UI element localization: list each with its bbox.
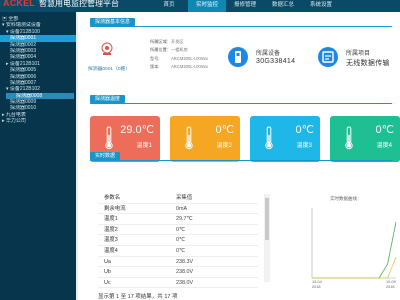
- project-card-title: 所属项目: [346, 51, 371, 57]
- info-key: 型号:: [150, 55, 160, 61]
- device-card: 所属设备 30G338414: [228, 43, 308, 73]
- param-value: 0℃: [176, 237, 186, 244]
- thermometer-icon: [265, 126, 273, 150]
- project-card-value: 无线数据传输: [346, 60, 390, 67]
- temperature-label: 温度1: [136, 143, 152, 149]
- param-name: Uc: [104, 279, 111, 286]
- temperature-label: 温度4: [376, 143, 392, 149]
- table-row: Ua 238.3V: [98, 257, 258, 268]
- param-value: 29.7℃: [176, 216, 193, 223]
- param-name: Ua: [104, 258, 111, 265]
- project-icon: [318, 47, 338, 67]
- info-value: 开发区: [171, 39, 184, 44]
- thermometer-icon: [105, 126, 113, 150]
- top-header: ACKEL 智慧用电监控管理平台 首页 实时监控 报修管理 数据汇总 系统设置: [0, 0, 400, 12]
- table-footer: 显示第 1 至 17 项结果，共 17 项: [98, 294, 178, 300]
- info-row: 版本: ARCM200L-UXWxx: [150, 63, 208, 71]
- info-key: 所属位置:: [150, 47, 168, 53]
- x-tick-label: 10-09: [386, 280, 396, 284]
- param-name: 剩余电流: [104, 205, 126, 212]
- realtime-table: 参数名 采集值剩余电流 0mA 温度1 29.7℃ 温度2 0℃ 温度3 0℃ 温度4 0℃ Ua 23…: [98, 193, 258, 289]
- info-row: 所属区域: 开发区: [150, 38, 208, 46]
- x-tick-label: 2018: [386, 285, 394, 289]
- param-name: Ub: [104, 269, 111, 276]
- info-row: 型号: ARCM200L-UXWxx: [150, 55, 208, 63]
- info-value: ARCM200L-UXWxx: [171, 55, 208, 61]
- param-value: 238.3V: [176, 258, 194, 265]
- section-basic-info: 探测器基本信息: [90, 18, 136, 26]
- realtime-chart: 10-04201810-092018: [311, 208, 397, 289]
- device-name: 探测器0001（0路）: [88, 67, 131, 72]
- info-key: 版本:: [150, 64, 160, 70]
- temperature-value: 0℃: [375, 124, 394, 136]
- main-nav: 首页 实时监控 报修管理 数据汇总 系统设置: [150, 0, 340, 12]
- main-content: 探测器基本信息 探测器0001（0路） 所属区域: 开发区 所属位置: 一楼机房 型号:…: [78, 12, 400, 300]
- device-fields: 所属区域: 开发区 所属位置: 一楼机房 型号: ARCM200L-UXWxx 版本: ARC…: [150, 38, 208, 72]
- scroll-thumb[interactable]: [265, 198, 269, 240]
- app-title: 智慧用电监控管理平台: [39, 0, 119, 8]
- table-header: 参数名 采集值: [98, 193, 258, 204]
- param-value: 0℃: [176, 226, 186, 233]
- temperature-label: 温度3: [296, 143, 312, 149]
- section-realtime: 实时数据: [90, 152, 121, 160]
- thermometer-icon: [345, 126, 353, 150]
- chart-series-line: [312, 256, 397, 279]
- device-box-icon: [228, 47, 248, 67]
- param-value: 0℃: [176, 247, 186, 254]
- table-row: 温度3 0℃: [98, 235, 258, 246]
- temperature-card: 0℃ 温度2: [170, 116, 240, 162]
- thermometer-icon: [185, 126, 193, 150]
- param-value: 238.0V: [176, 269, 194, 276]
- detector-icon: [101, 42, 113, 55]
- temperature-value: 29.0℃: [120, 124, 154, 136]
- info-row: 所属位置: 一楼机房: [150, 46, 208, 54]
- table-scrollbar[interactable]: [264, 194, 270, 282]
- temperature-card: 0℃ 温度4: [330, 116, 400, 162]
- x-tick-label: 2018: [312, 285, 320, 289]
- temperature-value: 0℃: [215, 124, 234, 136]
- nav-item[interactable]: 数据汇总: [264, 0, 302, 12]
- table-row: 剩余电流 0mA: [98, 204, 258, 215]
- param-name: 温度3: [104, 237, 118, 244]
- nav-item[interactable]: 首页: [150, 0, 188, 12]
- temperature-card: 0℃ 温度3: [250, 116, 320, 162]
- section-divider: [90, 103, 392, 104]
- chart-series-line: [312, 221, 397, 279]
- chart-axes: [311, 208, 396, 279]
- param-name: 温度2: [104, 226, 118, 233]
- device-card-title: 所属设备: [256, 51, 281, 57]
- table-row: Uc 238.0V: [98, 278, 258, 289]
- param-name: 温度1: [104, 216, 118, 223]
- column-header: 采集值: [176, 195, 193, 201]
- table-row: 温度1 29.7℃: [98, 214, 258, 225]
- info-value: ARCM200L-UXWxx: [171, 64, 208, 70]
- nav-item[interactable]: 报修管理: [226, 0, 264, 12]
- brand: ACKEL 智慧用电监控管理平台: [3, 0, 119, 9]
- section-divider: [90, 160, 392, 161]
- param-value: 238.0V: [176, 279, 194, 286]
- table-row: 温度2 0℃: [98, 225, 258, 236]
- column-header: 参数名: [104, 195, 121, 201]
- table-row: Ub 238.0V: [98, 267, 258, 278]
- nav-item[interactable]: 实时监控: [188, 0, 226, 12]
- param-name: 温度4: [104, 247, 118, 254]
- section-divider: [90, 26, 392, 27]
- info-key: 所属区域:: [150, 39, 168, 44]
- section-temperature: 探测器温度: [90, 95, 126, 103]
- device-card-value: 30G338414: [256, 58, 296, 65]
- temperature-value: 0℃: [295, 124, 314, 136]
- nav-item[interactable]: 系统设置: [302, 0, 340, 12]
- table-row: 温度4 0℃: [98, 246, 258, 257]
- x-tick-label: 10-04: [312, 280, 322, 284]
- chart-title: 实时数据曲线：: [330, 196, 362, 201]
- project-card: 所属项目 无线数据传输: [318, 43, 398, 73]
- temperature-label: 温度2: [216, 143, 232, 149]
- brand-logo: ACKEL: [3, 0, 35, 8]
- device-tree-sidebar: ▣ 全部 ▾ 安科瑞测试设备 ▾ 设备212B100 探测器0001 探测器0002 探测…: [0, 12, 76, 300]
- info-value: 一楼机房: [171, 47, 188, 53]
- param-value: 0mA: [176, 205, 188, 212]
- sidebar-tree-item[interactable]: ▸ 华力公司: [0, 118, 76, 124]
